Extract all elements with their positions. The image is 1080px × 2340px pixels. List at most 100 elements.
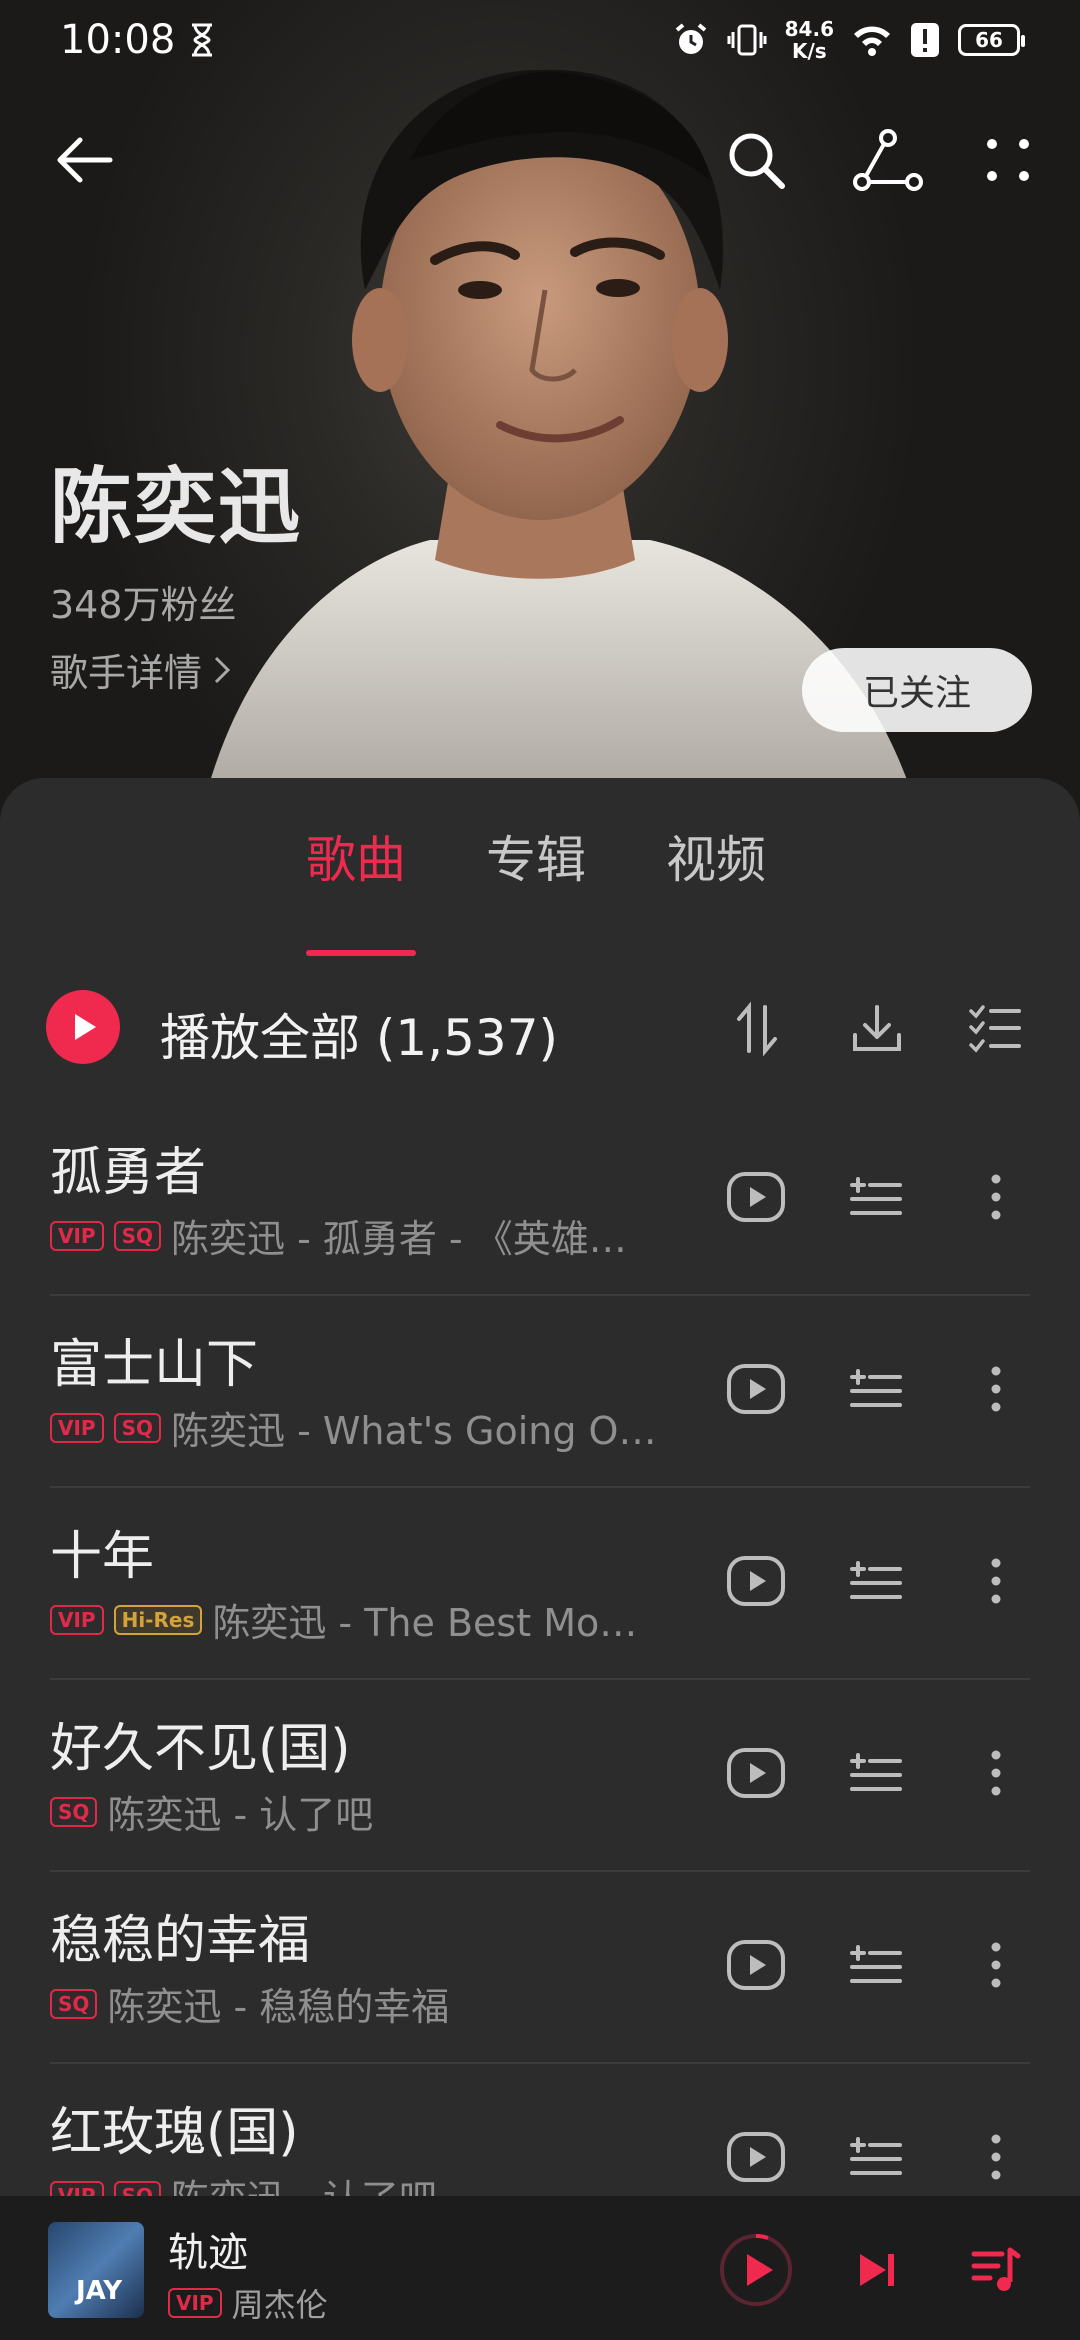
- song-row[interactable]: 十年 VIP Hi-Res 陈奕迅 - The Best Mo…: [0, 1488, 1080, 1680]
- artist-details-link[interactable]: 歌手详情: [50, 642, 232, 697]
- song-meta: VIP SQ 陈奕迅 - What's Going O…: [50, 1400, 670, 1455]
- song-row[interactable]: 稳稳的幸福 SQ 陈奕迅 - 稳稳的幸福: [0, 1872, 1080, 2064]
- mv-button[interactable]: [716, 1920, 796, 2010]
- status-bar: 10:08 84.6 K/s 66: [0, 0, 1080, 80]
- song-meta: VIP Hi-Res 陈奕迅 - The Best Mo…: [50, 1592, 670, 1647]
- back-button[interactable]: [44, 110, 124, 210]
- add-to-queue-icon: [850, 1369, 902, 1407]
- sort-button[interactable]: [722, 994, 792, 1064]
- search-button[interactable]: [716, 110, 796, 210]
- status-time: 10:08: [60, 17, 176, 63]
- song-title: 十年: [50, 1527, 155, 1587]
- follow-button[interactable]: 已关注: [802, 648, 1032, 732]
- song-subtitle: 陈奕迅 - The Best Mo…: [212, 1601, 638, 1645]
- share-icon: [853, 129, 923, 191]
- tab-albums[interactable]: 专辑: [486, 820, 586, 892]
- tab-videos[interactable]: 视频: [666, 820, 766, 892]
- song-row[interactable]: 好久不见(国) SQ 陈奕迅 - 认了吧: [0, 1680, 1080, 1872]
- hourglass-icon: [192, 23, 213, 57]
- tab-bar: 歌曲 专辑 视频: [0, 820, 1080, 956]
- mv-button[interactable]: [716, 1344, 796, 1434]
- more-vertical-icon: [991, 1942, 1001, 1988]
- song-meta: VIP SQ 陈奕迅 - 孤勇者 - 《英雄…: [50, 1208, 670, 1263]
- video-play-icon: [727, 2132, 785, 2182]
- song-meta: SQ 陈奕迅 - 认了吧: [50, 1784, 670, 1839]
- content-sheet: 歌曲 专辑 视频 播放全部 (1,537) 孤勇者 VIP SQ 陈奕迅 - 孤…: [0, 778, 1080, 2340]
- add-to-queue-icon: [850, 1753, 902, 1791]
- sort-icon: [737, 1001, 777, 1057]
- video-play-icon: [727, 1172, 785, 1222]
- add-to-playlist-button[interactable]: [836, 1344, 916, 1434]
- song-row[interactable]: 孤勇者 VIP SQ 陈奕迅 - 孤勇者 - 《英雄…: [0, 1104, 1080, 1296]
- playlist-queue-button[interactable]: [946, 2220, 1046, 2320]
- song-more-button[interactable]: [956, 2112, 1036, 2202]
- song-list: 孤勇者 VIP SQ 陈奕迅 - 孤勇者 - 《英雄… 富士山下 VIP SQ: [0, 1104, 1080, 2256]
- chevron-right-icon: [214, 656, 231, 683]
- song-more-button[interactable]: [956, 1536, 1036, 1626]
- add-to-queue-icon: [850, 1945, 902, 1983]
- song-subtitle: 陈奕迅 - What's Going O…: [170, 1409, 657, 1453]
- more-vertical-icon: [991, 1174, 1001, 1220]
- play-pause-button[interactable]: [706, 2220, 806, 2320]
- song-title: 好久不见(国): [50, 1719, 351, 1779]
- now-playing-artist: 周杰伦: [231, 2286, 328, 2324]
- song-title: 孤勇者: [50, 1143, 207, 1203]
- album-cover[interactable]: JAY: [48, 2222, 144, 2318]
- add-to-playlist-button[interactable]: [836, 1728, 916, 1818]
- mini-player[interactable]: JAY 轨迹 VIP 周杰伦: [0, 2196, 1080, 2340]
- alert-icon: [911, 23, 939, 57]
- wifi-icon: [854, 26, 890, 56]
- four-dots-icon: [987, 139, 1029, 181]
- vip-badge: VIP: [50, 1412, 104, 1443]
- video-play-icon: [727, 1940, 785, 1990]
- play-all-label[interactable]: 播放全部 (1,537): [160, 998, 558, 1070]
- song-row[interactable]: 富士山下 VIP SQ 陈奕迅 - What's Going O…: [0, 1296, 1080, 1488]
- multi-select-button[interactable]: [960, 994, 1030, 1064]
- add-to-queue-icon: [850, 2137, 902, 2175]
- vip-badge: VIP: [50, 1604, 104, 1635]
- active-tab-indicator: [306, 950, 416, 956]
- add-to-playlist-button[interactable]: [836, 1152, 916, 1242]
- add-to-playlist-button[interactable]: [836, 1920, 916, 2010]
- song-more-button[interactable]: [956, 1344, 1036, 1434]
- next-track-button[interactable]: [826, 2220, 926, 2320]
- artist-header: 10:08 84.6 K/s 66 陈奕迅 348万粉丝 歌手详情 已关注: [0, 0, 1080, 820]
- tab-songs[interactable]: 歌曲: [306, 820, 406, 892]
- hires-badge: Hi-Res: [113, 1604, 203, 1635]
- network-speed: 84.6 K/s: [784, 17, 834, 63]
- song-more-button[interactable]: [956, 1728, 1036, 1818]
- song-more-button[interactable]: [956, 1920, 1036, 2010]
- sq-badge: SQ: [50, 1796, 98, 1827]
- play-all-button[interactable]: [46, 990, 120, 1064]
- share-button[interactable]: [848, 110, 928, 210]
- battery-indicator: 66: [958, 24, 1025, 56]
- now-playing-title: 轨迹: [168, 2230, 248, 2276]
- add-to-queue-icon: [850, 1561, 902, 1599]
- song-more-button[interactable]: [956, 1152, 1036, 1242]
- mv-button[interactable]: [716, 1152, 796, 1242]
- mv-button[interactable]: [716, 1536, 796, 1626]
- search-icon: [729, 133, 785, 189]
- cover-text: JAY: [76, 2276, 123, 2306]
- queue-icon: [971, 2247, 1021, 2291]
- now-playing-meta: VIP 周杰伦: [168, 2280, 328, 2326]
- more-vertical-icon: [991, 1366, 1001, 1412]
- play-icon: [75, 1014, 96, 1040]
- more-vertical-icon: [991, 2134, 1001, 2180]
- top-toolbar: [0, 110, 1080, 210]
- mv-button[interactable]: [716, 2112, 796, 2202]
- add-to-playlist-button[interactable]: [836, 1536, 916, 1626]
- song-title: 富士山下: [50, 1335, 259, 1395]
- more-vertical-icon: [991, 1558, 1001, 1604]
- song-subtitle: 陈奕迅 - 稳稳的幸福: [107, 1985, 450, 2029]
- download-button[interactable]: [842, 994, 912, 1064]
- add-to-playlist-button[interactable]: [836, 2112, 916, 2202]
- artist-name: 陈奕迅: [50, 460, 303, 555]
- mv-button[interactable]: [716, 1728, 796, 1818]
- sq-badge: SQ: [50, 1988, 98, 2019]
- download-icon: [853, 1005, 901, 1051]
- song-title: 稳稳的幸福: [50, 1911, 311, 1971]
- more-options-button[interactable]: [968, 110, 1048, 210]
- skip-next-icon: [860, 2254, 894, 2286]
- artist-details-label: 歌手详情: [50, 651, 203, 695]
